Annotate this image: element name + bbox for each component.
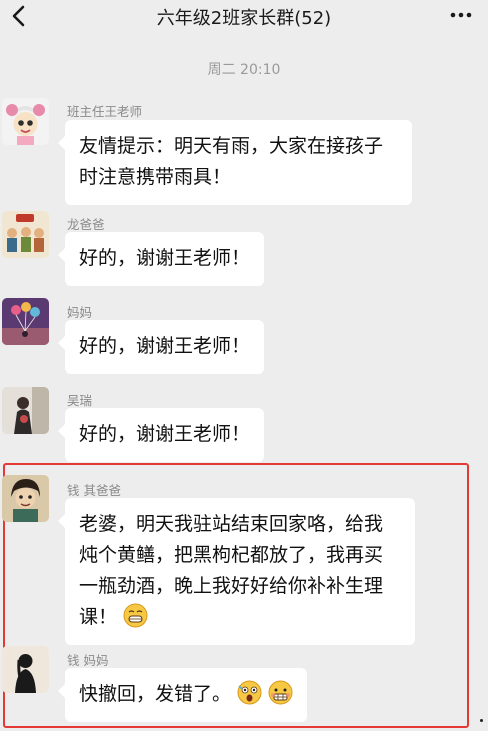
message-bubble[interactable]: 老婆，明天我驻站结束回家咯，给我炖个黄鳝，把黑枸杞都放了，我再买一瓶劲酒，晚上我…	[58, 498, 415, 645]
message-bubble[interactable]: 友情提示：明天有雨，大家在接孩子时注意携带雨具！	[58, 120, 412, 205]
illustration-avatar[interactable]	[2, 211, 49, 258]
message-bubble[interactable]: 好的，谢谢王老师！	[57, 232, 265, 286]
chat-title: 六年级2班家长群(52)	[156, 8, 332, 29]
message-bubble[interactable]: 快撤回，发错了。	[57, 668, 308, 722]
person-photo-avatar[interactable]	[2, 387, 49, 434]
sender-name: 龙爸爸	[67, 217, 105, 232]
message-timestamp: 周二 20:10	[207, 62, 281, 78]
sender-name: 钱 妈妈	[67, 653, 109, 668]
top-bar: 六年级2班家长群(52)	[0, 0, 488, 34]
embarrassed-grin-emoji	[123, 603, 148, 628]
message-text: 友情提示：明天有雨，大家在接孩子时注意携带雨具！	[79, 135, 384, 188]
cartoon-man-avatar[interactable]	[2, 475, 49, 522]
cartoon-girl-avatar[interactable]	[2, 98, 49, 145]
message-bubble[interactable]: 好的，谢谢王老师！	[57, 320, 265, 374]
message-text: 好的，谢谢王老师！	[79, 335, 251, 357]
grimace-face-emoji	[268, 680, 293, 705]
sender-name: 班主任王老师	[67, 104, 143, 119]
silhouette-woman-avatar[interactable]	[2, 646, 49, 693]
message-bubble[interactable]: 好的，谢谢王老师！	[57, 408, 265, 462]
message-text: 快撤回，发错了。	[79, 683, 232, 705]
balloons-avatar[interactable]	[2, 298, 49, 345]
sender-name: 吴瑞	[67, 393, 93, 408]
more-dots-icon[interactable]	[448, 4, 474, 26]
stray-dot	[480, 719, 483, 722]
sender-name: 妈妈	[67, 305, 93, 320]
message-text: 好的，谢谢王老师！	[79, 247, 251, 269]
sender-name: 钱 其爸爸	[67, 483, 121, 498]
shocked-face-emoji	[237, 680, 262, 705]
message-text: 好的，谢谢王老师！	[79, 423, 251, 445]
